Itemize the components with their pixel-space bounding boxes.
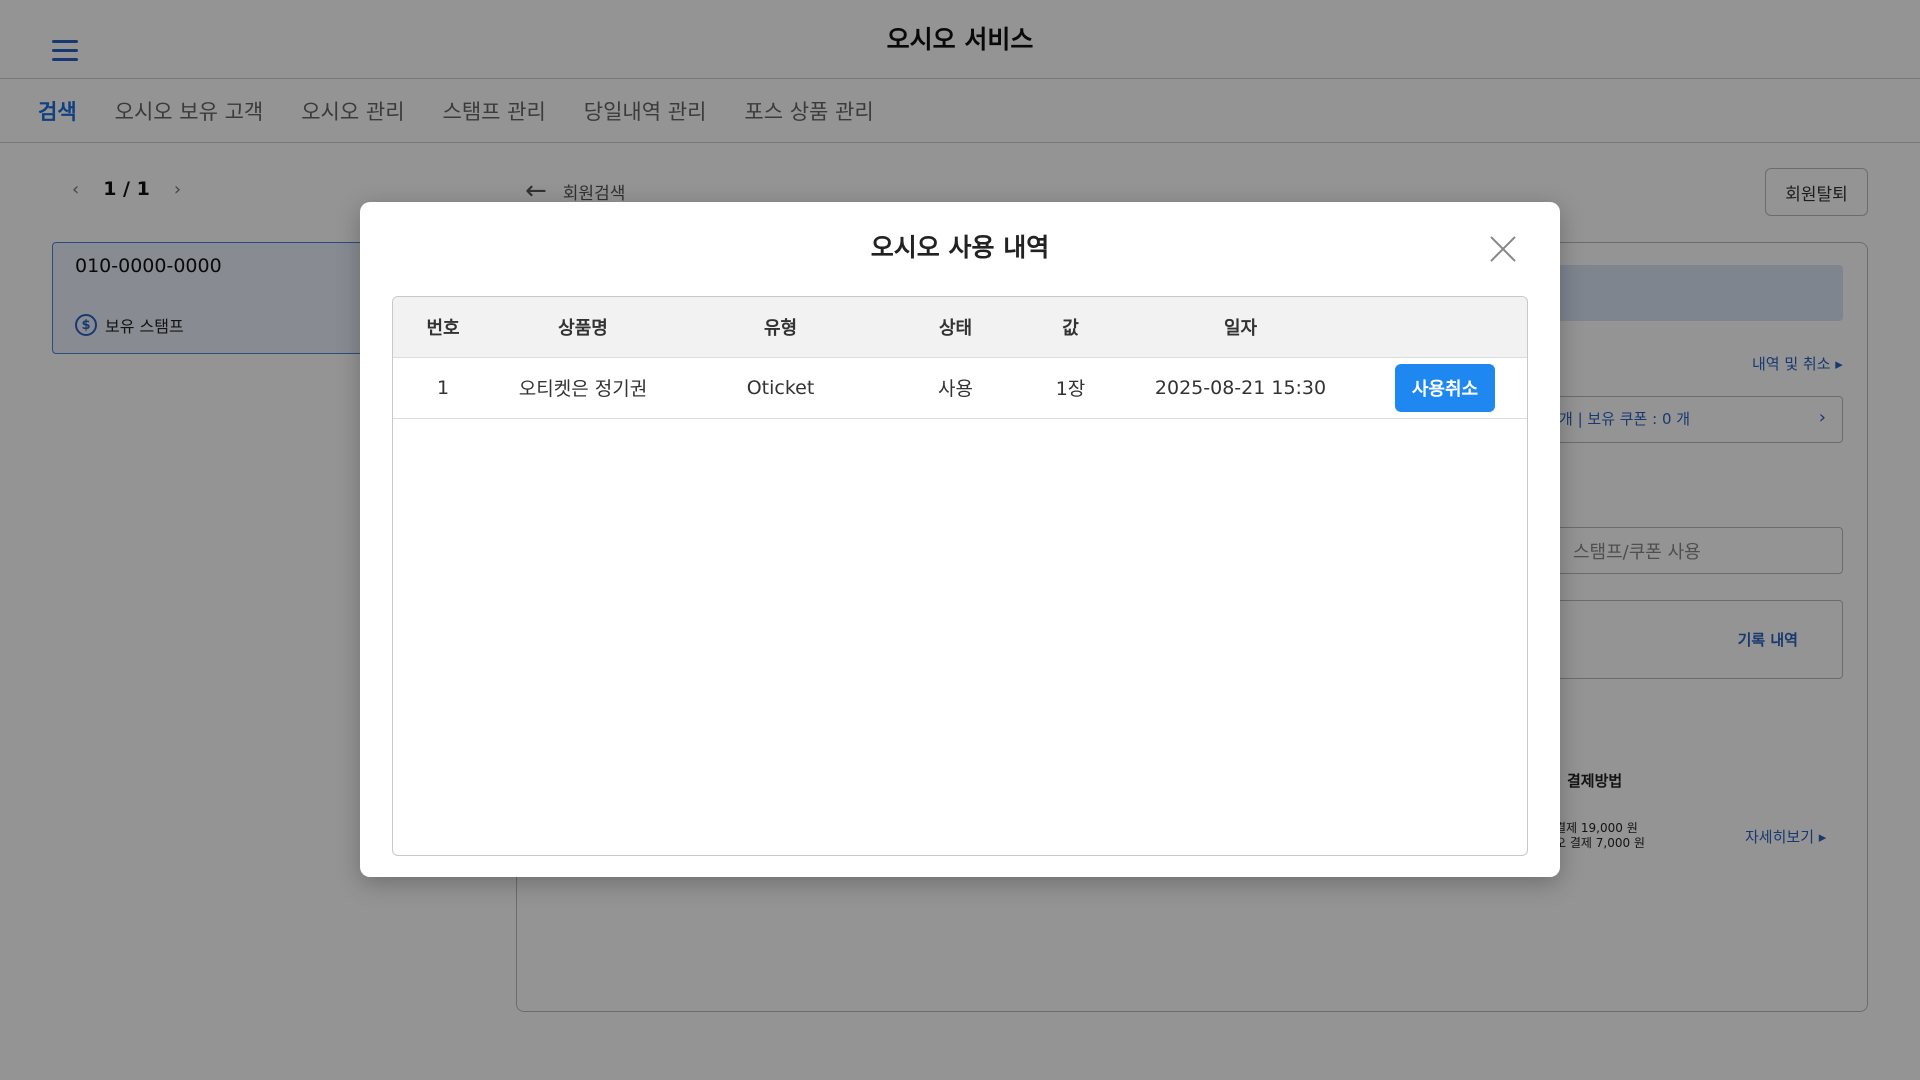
table-row: 1 오티켓은 정기권 Oticket 사용 1장 2025-08-21 15:3… — [393, 357, 1527, 418]
cell-date: 2025-08-21 15:30 — [1154, 376, 1327, 399]
cell-action: 사용취소 — [1363, 357, 1527, 418]
cancel-usage-button[interactable]: 사용취소 — [1395, 363, 1495, 412]
col-action — [1363, 297, 1527, 357]
close-icon[interactable] — [1488, 234, 1518, 264]
modal-title: 오시오 사용 내역 — [870, 233, 1050, 262]
col-date: 일자 — [1223, 317, 1258, 339]
cell-status: 사용 — [938, 378, 973, 400]
col-status: 상태 — [938, 317, 973, 339]
usage-history-modal: 오시오 사용 내역 번호 상품명 유형 상태 값 일자 1 오티켓은 정기권 O — [360, 202, 1560, 877]
cell-number: 1 — [436, 376, 450, 399]
table-header-row: 번호 상품명 유형 상태 값 일자 — [393, 297, 1527, 357]
col-product: 상품명 — [558, 317, 608, 339]
cell-type: Oticket — [746, 376, 815, 399]
col-value: 값 — [1062, 317, 1079, 339]
usage-table: 번호 상품명 유형 상태 값 일자 1 오티켓은 정기권 Oticket 사용 … — [393, 297, 1527, 419]
col-type: 유형 — [763, 317, 798, 339]
usage-table-container: 번호 상품명 유형 상태 값 일자 1 오티켓은 정기권 Oticket 사용 … — [392, 296, 1528, 856]
col-number: 번호 — [426, 317, 460, 339]
cell-product: 오티켓은 정기권 — [518, 378, 648, 400]
cell-value: 1장 — [1055, 378, 1086, 400]
